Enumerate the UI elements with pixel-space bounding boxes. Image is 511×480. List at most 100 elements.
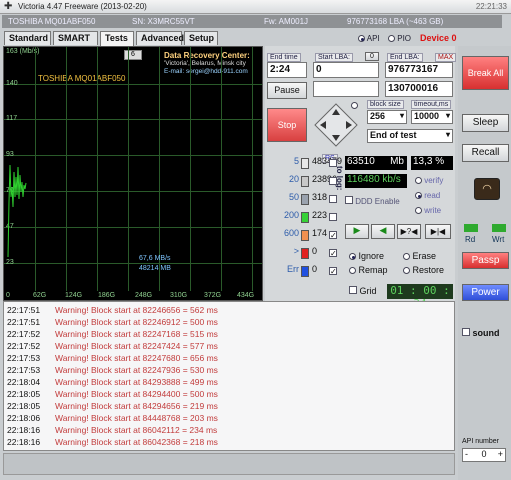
restore-radio-dot <box>403 267 410 275</box>
drive-firmware: Fw: AM001J <box>264 17 309 26</box>
api-inc-icon[interactable]: + <box>498 449 503 459</box>
mb-unit: Mb <box>390 156 404 167</box>
log-time: 22:17:52 <box>7 341 41 351</box>
pio-radio[interactable]: PIO <box>388 34 411 43</box>
end-lba-max-button[interactable]: MAX <box>435 53 457 62</box>
window-title: Victoria 4.47 Freeware (2013-02-20) <box>18 2 147 11</box>
dpad-radio[interactable] <box>351 102 358 109</box>
ddd-enable-checkbox[interactable]: DDD Enable <box>345 196 400 206</box>
speed-unit: kb/s <box>382 174 401 185</box>
grid-checkbox-box <box>349 286 357 294</box>
block-log-checkbox[interactable] <box>329 159 337 167</box>
log-message: Warning! Block start at 82247680 = 656 m… <box>55 353 218 363</box>
block-size-label: block size <box>367 100 404 109</box>
write-label: write <box>424 206 442 215</box>
block-color-swatch <box>301 230 309 241</box>
sound-checkbox[interactable]: sound <box>462 328 500 338</box>
block-size-select[interactable]: 256 <box>367 110 407 124</box>
log-row: 22:18:16 Warning! Block start at 86042368… <box>7 437 218 448</box>
title-bar: ✚ Victoria 4.47 Freeware (2013-02-20) 22… <box>0 0 511 14</box>
log-row: 22:17:52 Warning! Block start at 82247424… <box>7 341 218 352</box>
recall-button[interactable]: Recall <box>462 144 509 162</box>
passp-button[interactable]: Passp <box>462 252 509 269</box>
restore-radio[interactable]: Restore <box>403 265 444 275</box>
block-threshold: 200 <box>283 210 299 220</box>
block-log-checkbox[interactable] <box>329 213 337 221</box>
verify-radio-dot <box>415 177 422 185</box>
block-log-checkbox[interactable]: ✓ <box>329 267 337 276</box>
api-dec-icon[interactable]: - <box>465 449 468 459</box>
block-color-swatch <box>301 158 309 169</box>
play-button[interactable]: ▶ <box>345 224 369 239</box>
block-log-checkbox[interactable] <box>329 195 337 203</box>
speed-graph: 163 (Mb/s) 6 Data Recovery Center: 'Vict… <box>3 46 263 301</box>
pause-button[interactable]: Pause <box>267 82 307 99</box>
erase-radio[interactable]: Erase <box>403 251 436 261</box>
device-indicator: Device 0 <box>420 33 457 43</box>
read-radio[interactable]: read <box>415 191 440 200</box>
block-log-checkbox[interactable]: ✓ <box>329 231 337 240</box>
grid-label: Grid <box>359 286 377 296</box>
end-mode-select[interactable]: End of test <box>367 129 453 143</box>
block-threshold: Err <box>287 264 299 274</box>
log-row: 22:18:05 Warning! Block start at 84294400… <box>7 389 218 400</box>
end-button[interactable]: ▶|◀ <box>425 224 451 239</box>
elapsed-timer: 01 : 00 : 34 <box>387 284 453 310</box>
api-number-field[interactable]: - 0 + <box>462 448 506 462</box>
remap-radio[interactable]: Remap <box>349 265 388 275</box>
pio-label: PIO <box>397 34 412 43</box>
start-lba-label: Start LBA: <box>315 53 353 62</box>
block-log-checkbox[interactable]: ✓ <box>329 249 337 258</box>
mb-done: 63510 Mb <box>345 156 407 170</box>
log-message: Warning! Block start at 82247936 = 530 m… <box>55 365 218 375</box>
end-lba-field[interactable]: 976773167 <box>385 62 453 78</box>
sleep-button[interactable]: Sleep <box>462 114 509 132</box>
log-time: 22:17:51 <box>7 317 41 327</box>
tab-advanced[interactable]: Advanced <box>136 31 184 45</box>
end-time-field[interactable]: 2:24 <box>267 62 307 78</box>
block-threshold: 50 <box>288 192 299 202</box>
right-sidebar: Break All Sleep Recall ◠ Rd Wrt Passp Po… <box>458 46 511 480</box>
start-lba-field[interactable]: 0 <box>313 62 379 78</box>
event-log[interactable]: 22:17:51 Warning! Block start at 82246656… <box>3 301 455 451</box>
tab-setup[interactable]: Setup <box>184 31 218 45</box>
api-radio[interactable]: API <box>358 34 380 43</box>
current-lba-bar <box>313 81 379 97</box>
sound-checkbox-box <box>462 328 470 336</box>
write-radio[interactable]: write <box>415 206 441 215</box>
skip-button[interactable]: ▶?◀ <box>397 224 421 239</box>
log-message: Warning! Block start at 82247424 = 577 m… <box>55 341 218 351</box>
drive-serial: SN: X3MRC55VT <box>132 17 195 26</box>
log-row: 22:17:53 Warning! Block start at 82247680… <box>7 353 218 364</box>
log-time: 22:18:05 <box>7 401 41 411</box>
direction-pad[interactable] <box>313 102 359 148</box>
log-message: Warning! Block start at 82246912 = 500 m… <box>55 317 218 327</box>
log-row: 22:18:16 Warning! Block start at 86042112… <box>7 425 217 436</box>
reverse-button[interactable]: ◀ <box>371 224 395 239</box>
power-button[interactable]: Power <box>462 284 509 301</box>
log-time: 22:17:51 <box>7 305 41 315</box>
verify-label: verify <box>424 176 444 185</box>
tab-standard[interactable]: Standard <box>4 31 51 45</box>
mb-done-value: 63510 <box>347 156 375 167</box>
drive-model: TOSHIBA MQ01ABF050 <box>8 17 96 26</box>
sound-label: sound <box>472 328 500 338</box>
stop-button[interactable]: Stop <box>267 108 307 142</box>
tab-tests[interactable]: Tests <box>100 31 134 46</box>
break-all-button[interactable]: Break All <box>462 56 509 90</box>
block-threshold: > <box>293 246 299 256</box>
start-lba-reset-button[interactable]: 0 <box>365 52 379 61</box>
tab-smart[interactable]: SMART <box>53 31 98 45</box>
drive-head-icon: ◠ <box>474 178 500 200</box>
grid-checkbox[interactable]: Grid <box>349 286 377 296</box>
pio-radio-dot <box>388 35 395 43</box>
ignore-radio[interactable]: Ignore <box>349 251 384 261</box>
log-row: 22:17:53 Warning! Block start at 82247936… <box>7 365 218 376</box>
remap-radio-dot <box>349 267 356 275</box>
verify-radio[interactable]: verify <box>415 176 443 185</box>
drive-lba: 976773168 LBA (~463 GB) <box>347 17 444 26</box>
block-threshold: 600 <box>283 228 299 238</box>
block-log-checkbox[interactable] <box>329 177 337 185</box>
timeout-select[interactable]: 10000 <box>411 110 453 124</box>
log-message: Warning! Block start at 84294656 = 219 m… <box>55 401 218 411</box>
